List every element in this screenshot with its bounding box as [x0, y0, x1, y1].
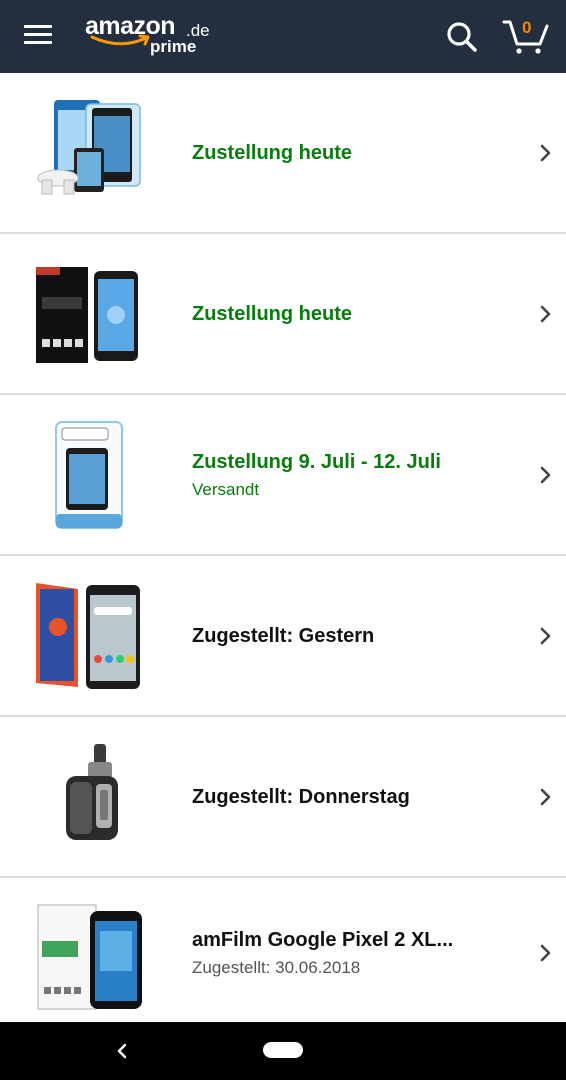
chevron-right-icon [540, 788, 551, 805]
order-row[interactable]: Zustellung 9. Juli - 12. Juli Versandt [0, 395, 566, 556]
cart-button[interactable]: 0 [500, 14, 552, 56]
order-text: Zugestellt: Donnerstag [192, 717, 512, 876]
cart-count-badge: 0 [522, 18, 532, 37]
hamburger-menu-icon[interactable] [22, 20, 56, 52]
top-app-bar: amazon .de prime 0 [0, 0, 566, 73]
order-status: Zugestellt: Donnerstag [192, 785, 410, 808]
vaporizer-device-thumbnail [66, 744, 118, 840]
chevron-right-icon [540, 944, 551, 962]
amazon-smile-icon [90, 34, 150, 46]
order-text: amFilm Google Pixel 2 XL... Zugestellt: … [192, 878, 512, 1028]
screen-protector-kit-thumbnail [37, 100, 141, 195]
amazon-prime-logo[interactable]: amazon .de prime [84, 12, 214, 62]
order-row[interactable]: Zustellung heute [0, 73, 566, 234]
order-row[interactable]: Zustellung heute [0, 234, 566, 395]
order-status: Zustellung heute [192, 302, 352, 325]
moodie-tempered-glass-thumbnail [55, 421, 123, 529]
logo-prime: prime [150, 37, 197, 56]
search-icon[interactable] [444, 19, 480, 55]
order-text: Zustellung heute [192, 73, 512, 232]
order-row[interactable]: amFilm Google Pixel 2 XL... Zugestellt: … [0, 878, 566, 1028]
order-status: Zugestellt: Gestern [192, 624, 375, 647]
system-navigation-bar [0, 1022, 566, 1080]
back-icon[interactable] [114, 1042, 130, 1060]
skinomi-screen-protector-thumbnail [36, 583, 140, 689]
order-substatus: Versandt [192, 479, 260, 499]
order-status: Zustellung 9. Juli - 12. Juli [192, 450, 441, 473]
order-substatus: Zugestellt: 30.06.2018 [192, 958, 361, 977]
order-text: Zustellung heute [192, 234, 512, 393]
chevron-right-icon [540, 144, 551, 161]
order-text: Zustellung 9. Juli - 12. Juli Versandt [192, 395, 512, 554]
order-status: Zustellung heute [192, 141, 352, 164]
home-pill-button[interactable] [263, 1042, 303, 1058]
amfilm-glass-thumbnail [37, 904, 142, 1010]
orders-list: Zustellung heute Zustellung heute Zustel… [0, 73, 566, 1028]
order-row[interactable]: Zugestellt: Donnerstag [0, 717, 566, 878]
order-row[interactable]: Zugestellt: Gestern [0, 556, 566, 717]
chevron-right-icon [540, 466, 551, 483]
chevron-right-icon [540, 305, 551, 322]
2-pack-screen-protector-thumbnail [36, 267, 138, 363]
order-text: Zugestellt: Gestern [192, 556, 512, 715]
order-title: amFilm Google Pixel 2 XL... [192, 929, 454, 951]
amazon-orders-screen: amazon .de prime 0 Zustellung heute Zust… [0, 0, 566, 1080]
chevron-right-icon [540, 627, 551, 644]
